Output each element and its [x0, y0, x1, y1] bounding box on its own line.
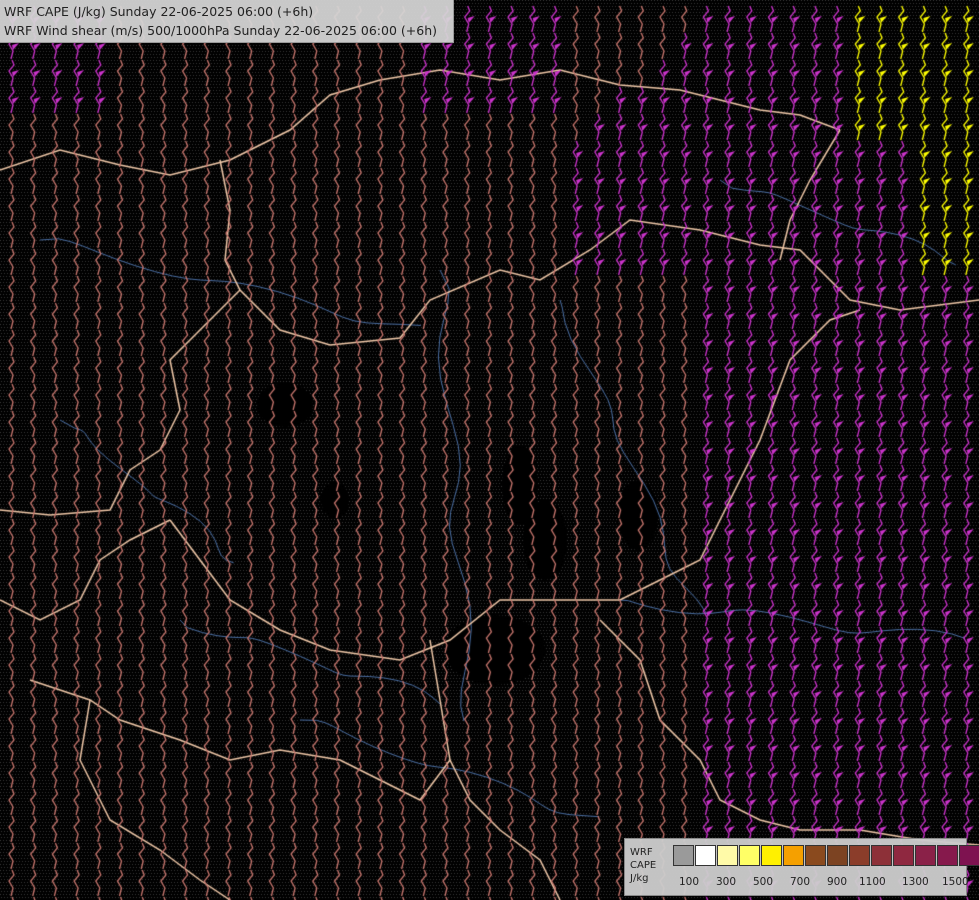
cape-title: WRF CAPE (J/kg) Sunday 22-06-2025 06:00 …: [4, 4, 314, 19]
legend-swatch: [761, 845, 782, 866]
map-canvas[interactable]: [0, 0, 979, 900]
legend-tick: 1500: [942, 876, 969, 888]
legend-tick: 1100: [859, 876, 886, 888]
legend-swatch: [915, 845, 936, 866]
legend-swatch: [827, 845, 848, 866]
legend-swatch: [893, 845, 914, 866]
legend-swatch: [783, 845, 804, 866]
legend-swatch: [871, 845, 892, 866]
map-header: WRF CAPE (J/kg) Sunday 22-06-2025 06:00 …: [0, 0, 454, 43]
legend-swatch: [695, 845, 716, 866]
legend-tick: 700: [790, 876, 811, 888]
legend-label-model: WRF: [630, 847, 653, 858]
legend-swatches: [673, 845, 979, 866]
legend-ticks: 100 300 500 700 900 1100 1300 1500: [677, 876, 969, 890]
cape-legend: WRF CAPE J/kg 100 300 500 700 900 1100 1…: [624, 838, 979, 896]
legend-label-unit: J/kg: [630, 873, 649, 884]
legend-swatch: [805, 845, 826, 866]
legend-swatch: [717, 845, 738, 866]
legend-tick: 300: [716, 876, 737, 888]
legend-label-field: CAPE: [630, 860, 657, 871]
legend-tick: 900: [827, 876, 848, 888]
legend-tick: 1300: [902, 876, 929, 888]
legend-swatch: [937, 845, 958, 866]
legend-swatch: [673, 845, 694, 866]
legend-swatch: [849, 845, 870, 866]
legend-tick: 100: [679, 876, 700, 888]
legend-tick: 500: [753, 876, 774, 888]
legend-swatch: [739, 845, 760, 866]
legend-swatch: [959, 845, 979, 866]
wind-shear-title: WRF Wind shear (m/s) 500/1000hPa Sunday …: [4, 23, 437, 38]
